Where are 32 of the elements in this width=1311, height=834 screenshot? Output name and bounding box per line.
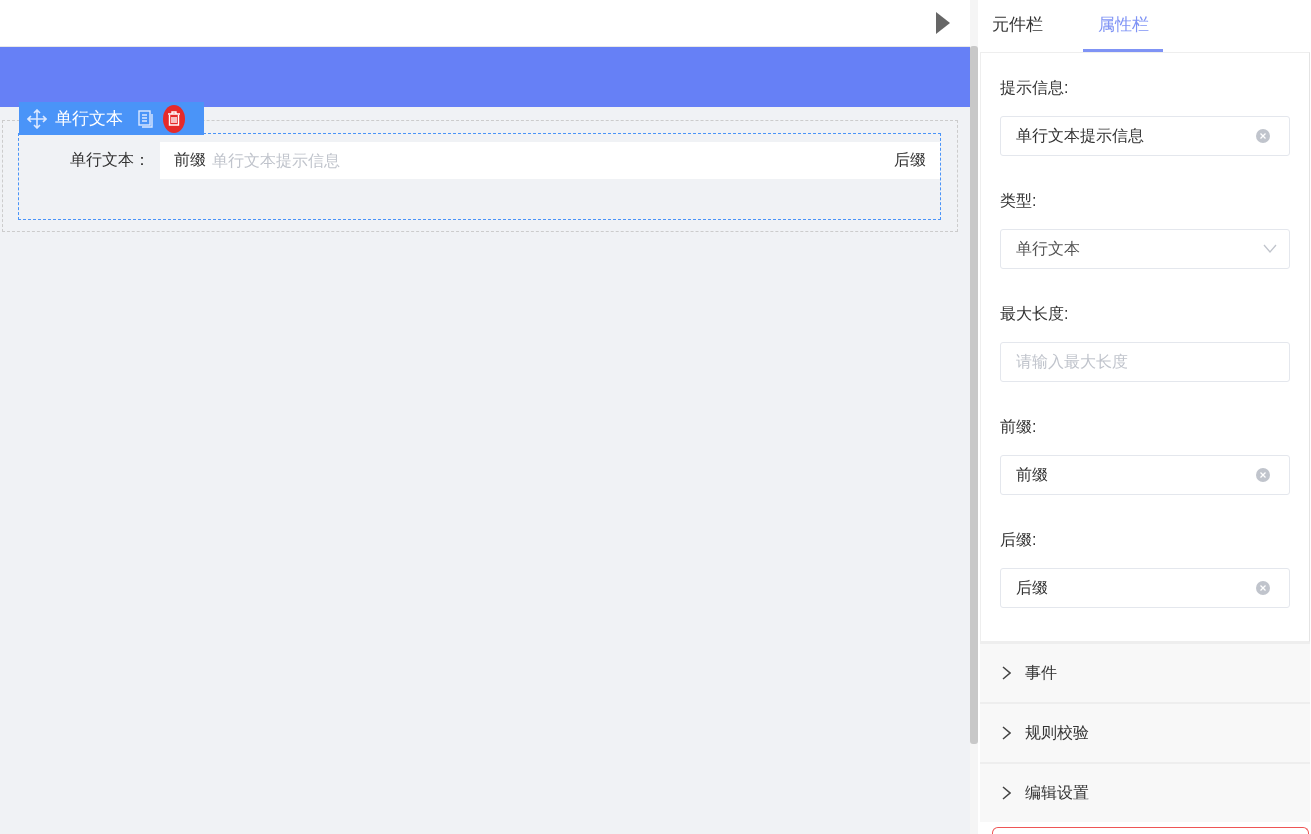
field-label: 单行文本： [69,150,151,170]
property-label: 后缀: [1000,530,1038,550]
collapse-section[interactable]: 编辑设置 [980,762,1310,822]
property-label: 提示信息: [1000,78,1070,98]
clear-icon[interactable] [1256,581,1270,595]
delete-icon[interactable] [163,104,185,133]
type-select[interactable]: 单行文本 [1000,229,1290,269]
play-icon[interactable] [936,12,950,34]
chevron-icon [1002,726,1011,740]
panel-tab[interactable]: 元件栏 [980,0,1055,52]
prefix-text: 前缀 [174,150,206,170]
caret-icon [1263,244,1277,254]
text-input[interactable]: 单行文本提示信息 [1000,116,1290,156]
text-input[interactable]: 前缀 [1000,455,1290,495]
suffix-text: 后缀 [894,150,926,170]
property-label: 最大长度: [1000,304,1070,324]
clear-icon[interactable] [1256,468,1270,482]
component-title: 单行文本 [55,108,123,130]
text-input[interactable]: 请输入最大长度 [1000,342,1290,382]
clear-icon[interactable] [1256,129,1270,143]
chevron-icon [1002,666,1011,680]
property-label: 类型: [1000,191,1038,211]
property-label: 前缀: [1000,417,1038,437]
chevron-icon [1002,786,1011,800]
input-field[interactable]: 单行文本提示信息 [212,151,888,170]
scrollbar-thumb[interactable] [970,46,978,744]
input-group[interactable]: 前缀 单行文本提示信息 后缀 [160,142,940,179]
move-icon[interactable] [27,108,47,129]
collapse-section[interactable]: 事件 [980,642,1310,702]
collapse-section[interactable]: 规则校验 [980,702,1310,762]
text-input[interactable]: 后缀 [1000,568,1290,608]
copy-icon[interactable] [137,109,155,128]
